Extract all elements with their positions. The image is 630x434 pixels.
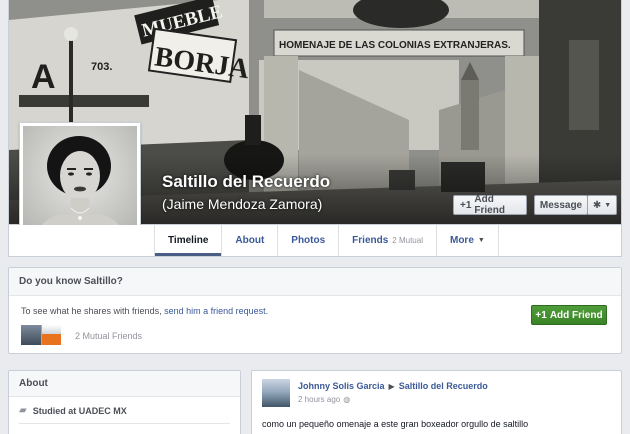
graduation-cap-icon: ▰ [19, 405, 27, 416]
page-alternate-name: (Jaime Mendoza Zamora) [162, 196, 323, 212]
public-globe-icon[interactable]: ◍ [343, 395, 350, 404]
tab-photos-label: Photos [291, 235, 326, 246]
send-friend-request-link[interactable]: send him a friend request. [164, 306, 268, 316]
tab-more[interactable]: More ▼ [437, 225, 499, 256]
mutual-friend-avatar[interactable] [21, 325, 41, 345]
page-name[interactable]: Saltillo del Recuerdo [162, 172, 330, 192]
arch-banner: HOMENAJE DE LAS COLONIAS EXTRANJERAS. [279, 40, 511, 51]
arrow-right-icon: ▶ [388, 381, 395, 391]
timeline-post: Johnny Solis Garcia ▶ Saltillo del Recue… [251, 370, 622, 434]
profile-tab-bar: Timeline About Photos Friends 2 Mutual M… [8, 225, 622, 257]
tab-about-label: About [235, 235, 265, 246]
add-friend-label: Add Friend [474, 194, 505, 216]
caret-down-icon: ▼ [604, 201, 612, 209]
tab-friends-label: Friends [352, 235, 389, 246]
message-button[interactable]: Message [534, 195, 588, 215]
add-friend-icon: +1 [460, 199, 472, 211]
post-author-link[interactable]: Johnny Solis Garcia [298, 381, 385, 391]
sign-number: 703. [91, 61, 112, 73]
tab-more-label: More [449, 235, 474, 246]
add-friend-icon: +1 [535, 309, 547, 321]
add-friend-green-label: Add Friend [549, 309, 603, 321]
about-title: About [9, 371, 240, 397]
post-header: Johnny Solis Garcia ▶ Saltillo del Recue… [298, 381, 488, 391]
sign-a: A [31, 58, 56, 96]
tab-photos[interactable]: Photos [278, 225, 340, 256]
caret-down-icon: ▼ [477, 237, 485, 244]
add-friend-button[interactable]: +1 Add Friend [453, 194, 527, 216]
post-meta: 2 hours ago ◍ [298, 395, 350, 404]
mutual-friends-link[interactable]: 2 Mutual Friends [75, 331, 142, 341]
prompt-text: To see what he shares with friends, send… [21, 306, 268, 316]
profile-picture-image [23, 126, 137, 240]
mutual-friend-avatar[interactable] [41, 325, 61, 345]
post-text: como un pequeño omenaje a este gran boxe… [262, 419, 529, 429]
about-card: About ▰ Studied at UADEC MX [8, 370, 241, 434]
tab-friends-count: 2 Mutual [392, 236, 423, 245]
tab-about[interactable]: About [222, 225, 279, 256]
tab-friends[interactable]: Friends 2 Mutual [339, 225, 437, 256]
post-timestamp[interactable]: 2 hours ago [298, 395, 340, 404]
post-target-link[interactable]: Saltillo del Recuerdo [399, 381, 488, 391]
message-label: Message [539, 199, 583, 211]
post-author-avatar[interactable] [262, 379, 290, 407]
tab-timeline-label: Timeline [168, 235, 209, 246]
prompt-text-prefix: To see what he shares with friends, [21, 306, 165, 316]
add-friend-button-green[interactable]: +1 Add Friend [531, 305, 607, 325]
tab-timeline[interactable]: Timeline [154, 225, 223, 256]
friend-request-prompt: Do you know Saltillo? To see what he sha… [8, 267, 622, 354]
prompt-title: Do you know Saltillo? [9, 268, 621, 296]
tab-list: Timeline About Photos Friends 2 Mutual M… [154, 225, 499, 256]
settings-dropdown-button[interactable]: ✱ ▼ [587, 195, 617, 215]
about-divider [19, 423, 230, 424]
mutual-friend-thumbnails[interactable] [21, 325, 61, 345]
about-education-row: ▰ Studied at UADEC MX [19, 405, 127, 416]
gear-icon: ✱ [592, 199, 602, 211]
about-studied-text[interactable]: Studied at UADEC MX [33, 406, 127, 416]
